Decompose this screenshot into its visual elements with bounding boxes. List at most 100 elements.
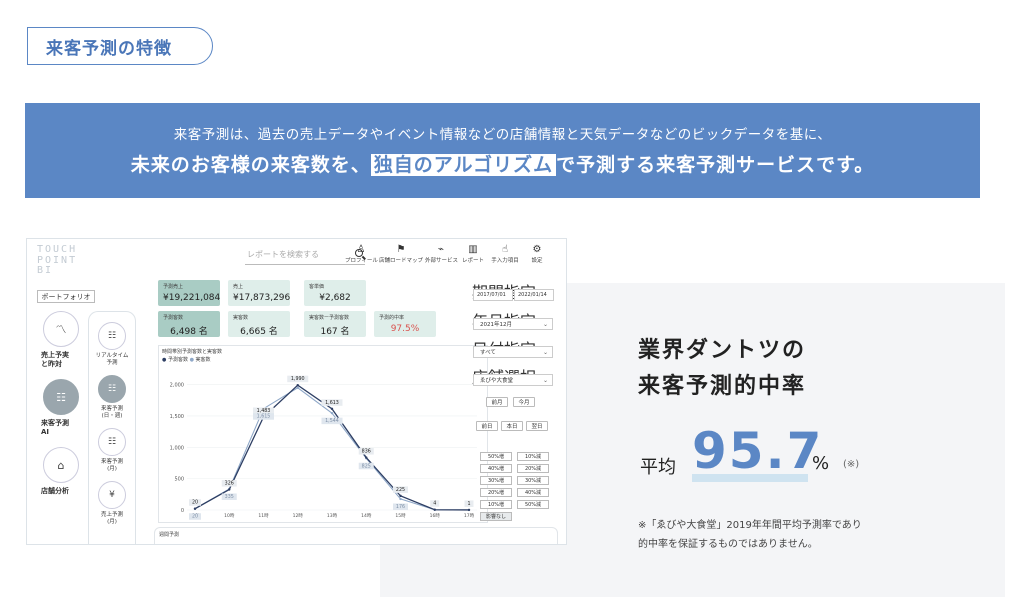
data-label: 20: [192, 500, 198, 506]
x-tick-label: 15時: [395, 513, 406, 519]
topnav-item[interactable]: ▥ レポート: [457, 243, 489, 264]
x-tick-label: 12時: [293, 513, 304, 519]
adjust-button[interactable]: 20%増: [480, 488, 512, 497]
banner-highlight: 独自のアルゴリズム: [370, 154, 557, 176]
adjust-button[interactable]: 50%増: [480, 452, 512, 461]
kpi-value: ¥2,682: [319, 293, 351, 303]
topnav-label: 手入力項目: [491, 258, 519, 264]
data-point: [296, 383, 299, 387]
people-icon[interactable]: ☷: [98, 322, 126, 350]
topnav-item[interactable]: ♙ プロフィール: [345, 243, 378, 264]
x-tick-label: 16時: [430, 513, 441, 519]
adjust-button[interactable]: 30%増: [480, 476, 512, 485]
people-icon[interactable]: ☷: [98, 375, 126, 403]
adjust-button[interactable]: 40%減: [517, 488, 549, 497]
data-label: 1,613: [325, 400, 339, 406]
banner-line2-pre: 未来のお客様の来客数を、: [130, 154, 371, 176]
adjust-button[interactable]: 10%増: [480, 500, 512, 509]
kpi-value: ¥17,873,296: [233, 293, 291, 303]
sidebar-item-label: 来客予測 AI: [41, 419, 69, 436]
external-icon: ⌁: [437, 244, 445, 255]
data-label: 1,990: [291, 376, 305, 382]
people-icon[interactable]: ☷: [98, 428, 126, 456]
portfolio-button[interactable]: ポートフォリオ: [37, 290, 95, 303]
data-point: [399, 494, 402, 498]
heading-line1: 業界ダントツの: [638, 338, 807, 363]
search-placeholder: レポートを検索する: [247, 250, 319, 259]
chevron-down-icon: ⌄: [542, 321, 548, 328]
y-tick-label: 500: [174, 477, 184, 483]
data-point: [399, 497, 402, 501]
day-select[interactable]: すべて ⌄: [473, 346, 553, 358]
today-button[interactable]: 本日: [501, 421, 523, 431]
topnav-label: レポート: [461, 258, 484, 264]
next-day-button[interactable]: 翌日: [526, 421, 548, 431]
chart-icon[interactable]: 〽: [43, 311, 79, 347]
data-label: 4: [433, 501, 436, 507]
sidebar-item-label: 店舗分析: [41, 487, 69, 495]
prev-month-button[interactable]: 前月: [486, 397, 508, 407]
footnote-line2: 的中率を保証するものではありません。: [638, 539, 818, 550]
data-label: 1,483: [257, 408, 271, 414]
this-month-button[interactable]: 今月: [513, 397, 535, 407]
adjust-button[interactable]: 30%減: [517, 476, 549, 485]
adjust-button[interactable]: 50%減: [517, 500, 549, 509]
chevron-down-icon: ⌄: [542, 349, 548, 356]
topnav-item[interactable]: ⚙ 設定: [521, 243, 553, 264]
kpi-value: 167 名: [320, 327, 350, 337]
store-select[interactable]: ゑびや大食堂 ⌄: [473, 374, 553, 386]
store-icon[interactable]: ⌂: [43, 447, 79, 483]
app-screenshot: TOUCH POINT BI レポートを検索する ♙ プロフィール ⚑ 店舗ロードマッ…: [26, 238, 567, 545]
prev-day-button[interactable]: 前日: [476, 421, 498, 431]
kpi-label: 予測的中率: [379, 315, 405, 321]
x-tick-label: 10時: [224, 513, 235, 519]
day-select-value: すべて: [480, 350, 496, 356]
data-point: [467, 508, 471, 512]
kpi-card: 予測的中率 97.5%: [374, 311, 436, 337]
kpi-card: 売上 ¥17,873,296: [228, 280, 290, 306]
adjust-button[interactable]: 40%増: [480, 464, 512, 473]
kpi-label: 実客数: [233, 315, 249, 321]
series-line: [194, 387, 470, 511]
adjust-button[interactable]: 10%減: [517, 452, 549, 461]
topnav-item[interactable]: ⌁ 外部サービス: [425, 243, 458, 264]
kpi-value: ¥19,221,084: [163, 293, 221, 303]
heading-line2: 来客予測的中率: [638, 374, 807, 399]
x-tick-label: 17時: [464, 513, 475, 519]
primary-sidebar: 〽売上予実 と昨対 ☷ 来客予測 AI ⌂ 店舗分析: [37, 311, 85, 506]
kpi-label: 売上: [233, 284, 244, 290]
bar-chart-icon: ▥: [468, 244, 478, 255]
data-label: 326: [225, 481, 234, 487]
adjust-button[interactable]: 20%減: [517, 464, 549, 473]
data-point: [228, 488, 231, 491]
kpi-label: 予測客数: [163, 315, 184, 321]
data-point: [193, 507, 197, 510]
kpi-label: 実客数ー予測客数: [309, 315, 350, 321]
no-change-button[interactable]: 影響なし: [480, 512, 512, 521]
data-label: 225: [396, 487, 405, 493]
footnote: ※「ゑびや大食堂」2019年年間平均予測率であり 的中率を保証するものではありま…: [638, 516, 862, 554]
y-tick-label: 0: [181, 508, 184, 514]
kpi-label: 予測売上: [163, 284, 184, 290]
hourly-chart-panel: 時間帯別予測客数と実客数 ● 予測客数 ● 実客数 0 500 1,000 1,500…: [158, 345, 488, 523]
y-tick-label: 2,000: [170, 383, 184, 389]
date-to-field[interactable]: 2022/01/14: [514, 289, 554, 301]
data-point: [330, 411, 334, 415]
kpi-value: 97.5%: [390, 324, 420, 334]
banner-line1: 来客予測は、過去の売上データやイベント情報などの店舗情報と天気データなどのビック…: [173, 127, 832, 143]
date-from-field[interactable]: 2017/07/01: [473, 289, 513, 301]
line-chart: 05001,0001,5002,00009時10時11時12時13時14時15時…: [170, 375, 477, 520]
month-select[interactable]: 2021年12月 ⌄: [473, 318, 553, 330]
y-tick-label: 1,500: [170, 414, 184, 420]
average-value: 95.7: [692, 422, 824, 480]
topnav-item[interactable]: ⚑ 店舗ロードマップ: [377, 243, 425, 264]
topnav-item[interactable]: ☝ 手入力項目: [489, 243, 521, 264]
data-point: [433, 508, 436, 511]
data-point: [296, 386, 299, 390]
people-icon[interactable]: ☷: [43, 379, 79, 415]
weekly-forecast-panel: 週間予測: [154, 527, 558, 544]
logo-line: BI: [37, 265, 54, 276]
yen-icon[interactable]: ¥: [98, 481, 126, 509]
sidebar-subitem-label: 売上予測 (月): [100, 512, 123, 525]
kpi-value: 6,665 名: [240, 327, 278, 337]
